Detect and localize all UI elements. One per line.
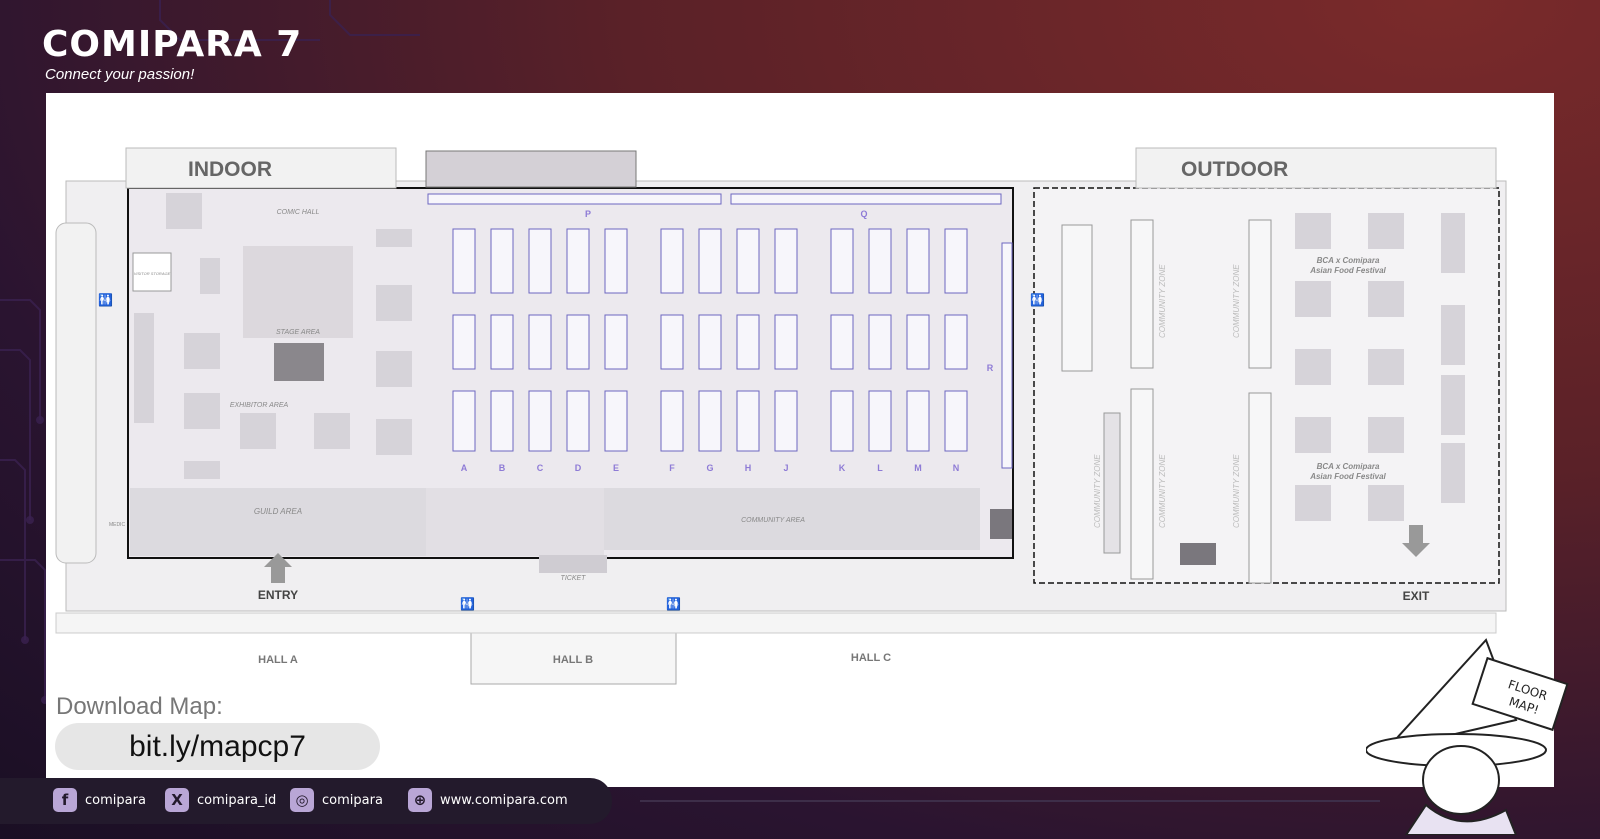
visitor-storage-label: VISITOR STORAGE [134, 271, 171, 276]
social-handle: comipara [322, 792, 383, 808]
middle-block [426, 488, 604, 556]
left-wall [55, 222, 97, 564]
footer-divider [640, 800, 1380, 802]
floor-map: INDOOR OUTDOOR A B C D E F G H J K L M N… [55, 147, 1507, 685]
social-x[interactable]: X comipara_id [165, 787, 276, 813]
hall-c-label: HALL C [851, 652, 891, 664]
social-handle: comipara_id [197, 792, 277, 808]
row-letter: H [745, 463, 752, 473]
svg-text:🚻: 🚻 [98, 293, 113, 307]
community-area-label: COMMUNITY AREA [741, 517, 805, 524]
hall-b-label: HALL B [553, 654, 593, 666]
event-title: COMIPARA 7 [42, 24, 303, 65]
food-festival-subtitle-1: Asian Food Festival [1309, 266, 1386, 275]
social-facebook[interactable]: f comipara [53, 787, 146, 813]
row-letter: J [783, 463, 788, 473]
svg-text:🚻: 🚻 [460, 597, 475, 611]
food-festival-subtitle-2: Asian Food Festival [1309, 472, 1386, 481]
social-handle: comipara [85, 792, 146, 808]
food-festival-title-2: BCA x Comipara [1317, 462, 1380, 471]
row-letter: M [914, 463, 922, 473]
top-row-letter: Q [860, 209, 867, 219]
stage-area-label: STAGE AREA [276, 329, 320, 336]
row-letter: E [613, 463, 619, 473]
lower-wall [55, 612, 1497, 634]
row-letter: B [499, 463, 506, 473]
community-zone-label: COMMUNITY ZONE [1232, 454, 1241, 528]
row-letter: N [953, 463, 960, 473]
svg-text:🚻: 🚻 [666, 597, 681, 611]
row-letter: K [839, 463, 846, 473]
hall-a-label: HALL A [258, 654, 298, 666]
stage-block [274, 343, 324, 381]
x-icon: X [165, 788, 189, 812]
comic-hall-label: COMIC HALL [277, 209, 320, 216]
entry-label: ENTRY [258, 588, 298, 602]
download-label: Download Map: [56, 693, 223, 720]
top-row-letter: P [585, 209, 591, 219]
ticket-booth [539, 555, 607, 573]
guild-area-label: GUILD AREA [254, 507, 302, 516]
medic-label: MEDIC [109, 522, 126, 528]
social-website[interactable]: ⊕ www.comipara.com [408, 787, 568, 813]
social-handle: www.comipara.com [440, 792, 568, 808]
row-letter: F [669, 463, 675, 473]
svg-text:🚻: 🚻 [1030, 293, 1045, 307]
exit-label: EXIT [1403, 589, 1430, 603]
guild-area [130, 488, 426, 556]
mascot-illustration: FLOOR MAP! [1366, 638, 1569, 835]
community-block [990, 509, 1012, 539]
food-festival-title-1: BCA x Comipara [1317, 256, 1380, 265]
row-letter: A [461, 463, 468, 473]
outdoor-label: OUTDOOR [1181, 158, 1288, 181]
community-zone-label: COMMUNITY ZONE [1158, 264, 1167, 338]
top-structure-stage [425, 150, 637, 188]
globe-icon: ⊕ [408, 788, 432, 812]
exhibitor-area-label: EXHIBITOR AREA [230, 402, 289, 409]
side-row-letter: R [987, 363, 994, 373]
ticket-label: TICKET [561, 575, 587, 582]
row-letter: G [706, 463, 713, 473]
mascot-face [1422, 745, 1500, 815]
community-zone-label: COMMUNITY ZONE [1158, 454, 1167, 528]
indoor-label: INDOOR [188, 158, 272, 181]
community-zone-label: COMMUNITY ZONE [1232, 264, 1241, 338]
row-letter: D [575, 463, 582, 473]
community-zone-label: COMMUNITY ZONE [1093, 454, 1102, 528]
social-instagram[interactable]: ◎ comipara [290, 787, 383, 813]
facebook-icon: f [53, 788, 77, 812]
event-tagline: Connect your passion! [45, 66, 195, 83]
download-link[interactable]: bit.ly/mapcp7 [55, 723, 380, 770]
stage-area [243, 246, 353, 338]
row-letter: L [877, 463, 883, 473]
instagram-icon: ◎ [290, 788, 314, 812]
row-letter: C [537, 463, 544, 473]
